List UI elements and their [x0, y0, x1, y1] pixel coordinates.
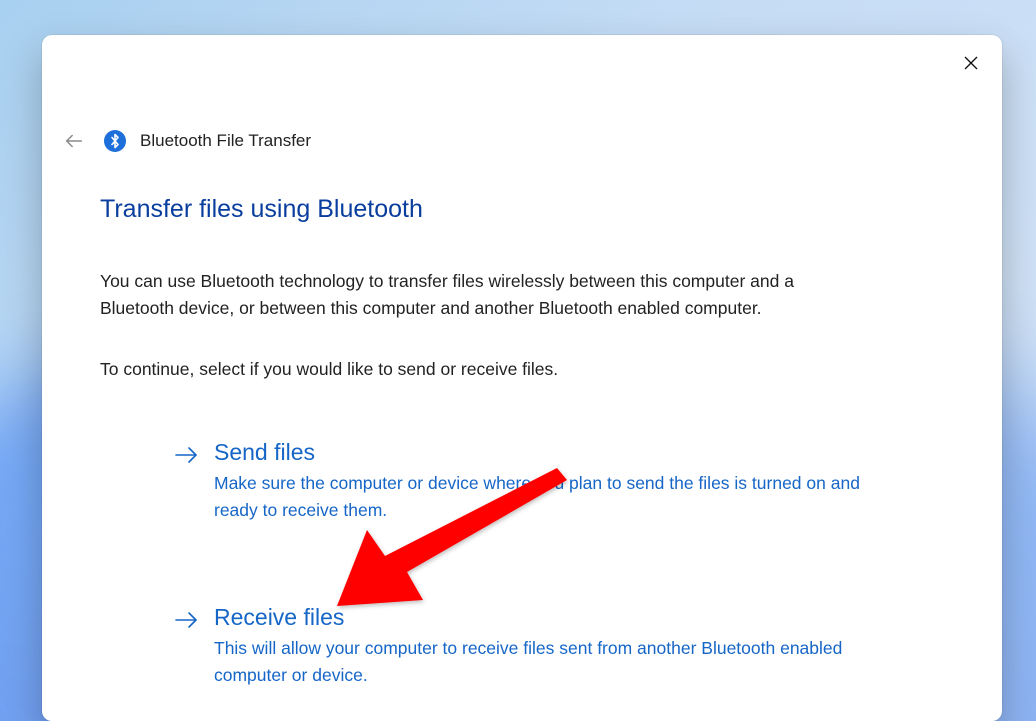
dialog-content: Transfer files using Bluetooth You can u…	[100, 195, 950, 721]
bluetooth-icon	[104, 130, 126, 152]
back-arrow-icon	[63, 130, 85, 152]
send-files-option[interactable]: Send files Make sure the computer or dev…	[174, 439, 894, 524]
arrow-right-icon	[174, 608, 200, 637]
receive-files-desc: This will allow your computer to receive…	[214, 635, 894, 689]
close-icon	[964, 56, 978, 70]
arrow-right-icon	[174, 443, 200, 472]
receive-files-option[interactable]: Receive files This will allow your compu…	[174, 604, 894, 689]
send-files-title: Send files	[214, 439, 894, 465]
intro-text: You can use Bluetooth technology to tran…	[100, 268, 860, 322]
instruction-text: To continue, select if you would like to…	[100, 356, 860, 383]
close-button[interactable]	[948, 43, 994, 83]
dialog-title: Bluetooth File Transfer	[140, 131, 311, 151]
back-button[interactable]	[58, 125, 90, 157]
send-files-desc: Make sure the computer or device where y…	[214, 470, 894, 524]
options-list: Send files Make sure the computer or dev…	[174, 439, 950, 688]
option-text: Send files Make sure the computer or dev…	[214, 439, 894, 524]
receive-files-title: Receive files	[214, 604, 894, 630]
page-heading: Transfer files using Bluetooth	[100, 195, 950, 224]
dialog-header: Bluetooth File Transfer	[58, 125, 311, 157]
bluetooth-transfer-dialog: Bluetooth File Transfer Transfer files u…	[42, 35, 1002, 721]
option-text: Receive files This will allow your compu…	[214, 604, 894, 689]
